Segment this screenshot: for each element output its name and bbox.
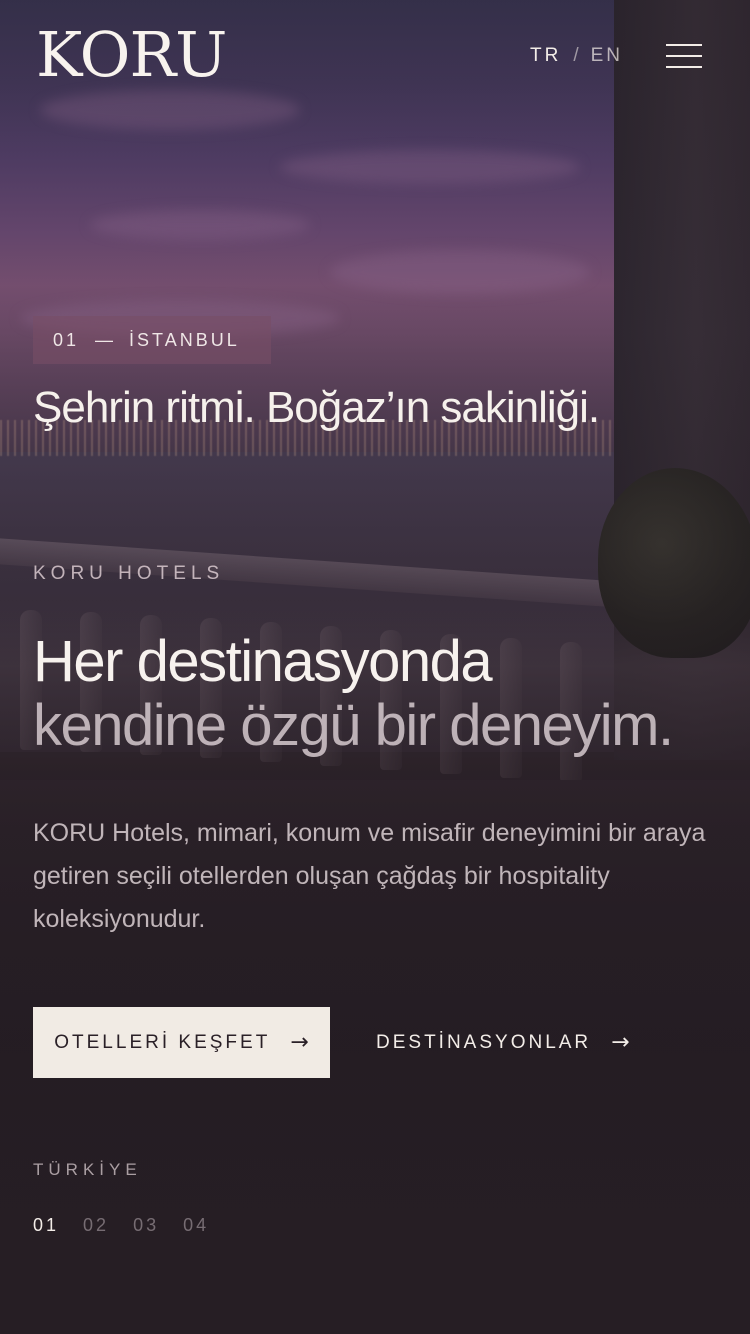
lang-tr-link[interactable]: TR [530,44,561,68]
pager-item-01[interactable]: 01 [33,1215,59,1236]
koru-logo[interactable]: KORU [36,22,227,88]
hamburger-menu-icon[interactable] [666,44,702,68]
arrow-right-icon: → [290,1030,309,1055]
slide-index: 01 [53,329,80,350]
headline-line-1: Her destinasyonda [33,629,493,694]
destinations-label: DESTİNASYONLAR [376,1031,592,1053]
slide-location-tag: 01 — İSTANBUL [33,316,271,364]
pager-item-03[interactable]: 03 [133,1215,159,1236]
slide-title: Şehrin ritmi. Boğaz’ın sakinliği. [33,383,600,432]
destinations-link[interactable]: DESTİNASYONLAR → [376,1007,630,1078]
pager-item-02[interactable]: 02 [83,1215,109,1236]
headline-line-2: kendine özgü bir deneyim. [33,693,674,758]
pager-item-04[interactable]: 04 [183,1215,209,1236]
lang-en-link[interactable]: EN [591,44,623,68]
brand-eyebrow: KORU HOTELS [33,563,225,584]
slide-city: İSTANBUL [129,329,240,350]
slide-dash: — [95,329,114,350]
language-switcher: TR / EN [530,44,623,68]
slide-pager: 01 02 03 04 [33,1215,209,1236]
explore-hotels-button[interactable]: OTELLERİ KEŞFET → [33,1007,330,1078]
lang-separator: / [573,45,579,66]
arrow-right-icon: → [611,1030,630,1055]
site-header: KORU TR / EN [0,0,750,110]
brand-description: KORU Hotels, mimari, konum ve misafir de… [33,819,706,933]
explore-hotels-label: OTELLERİ KEŞFET [54,1031,271,1053]
hero-headline: Her destinasyonda kendine özgü bir deney… [33,629,674,758]
country-label: TÜRKİYE [33,1160,142,1179]
